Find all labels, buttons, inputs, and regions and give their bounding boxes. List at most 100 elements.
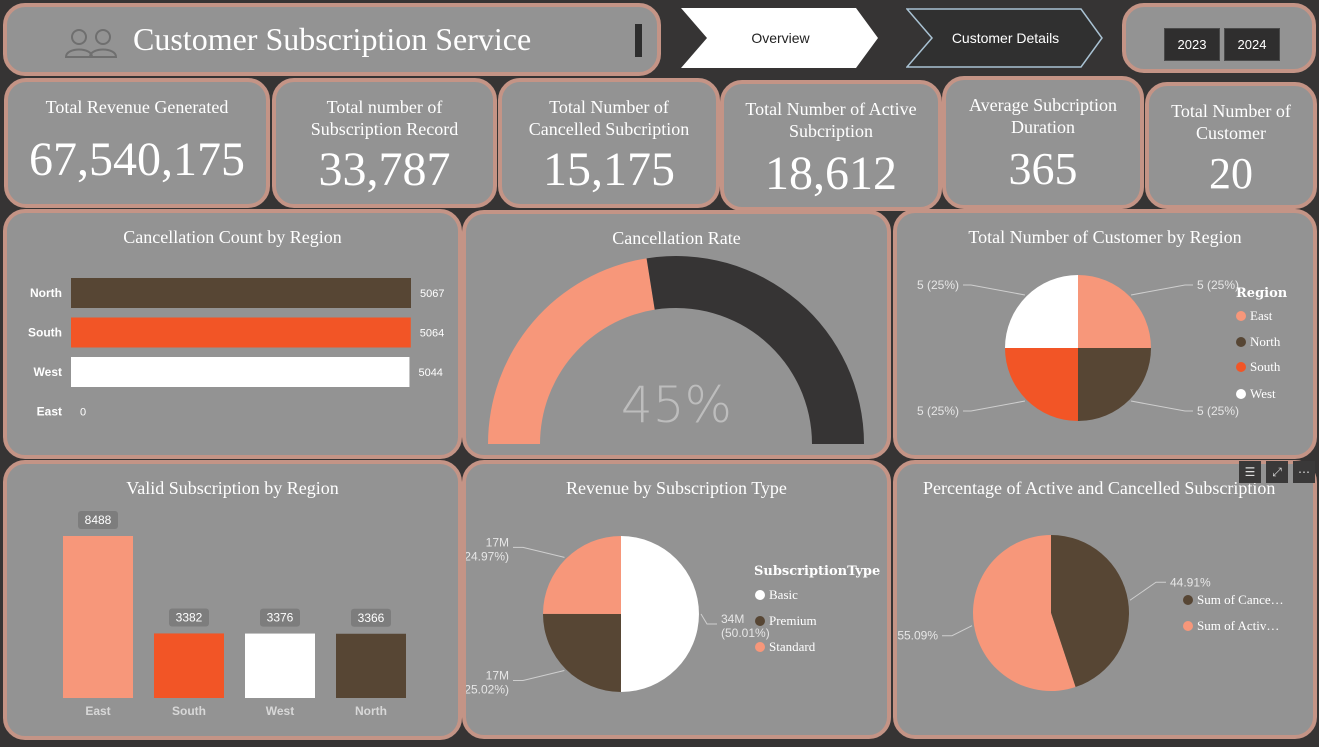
kpi-value: 15,175 [543, 143, 675, 196]
legend-dot [1236, 337, 1246, 347]
data-value-basic: 34M [721, 612, 744, 626]
legend-dot [755, 590, 765, 600]
data-label-south: 5 (25%) [917, 404, 959, 418]
kpi-total-subscription-record: Total number of Subscription Record 33,7… [272, 78, 497, 208]
title-accent-bar [635, 24, 642, 57]
legend-label: East [1250, 308, 1273, 323]
legend-dot [755, 616, 765, 626]
customer-by-region-card: Total Number of Customer by Region 5 (25… [893, 209, 1317, 459]
header-banner: Customer Subscription Service [3, 3, 661, 76]
bar-south [154, 633, 224, 698]
pie-slice-basic [620, 536, 699, 692]
cancellation-count-chart: North 5067 South 5064 West 5044 East 0 [28, 278, 444, 419]
legend-item-premium[interactable]: Premium [755, 613, 817, 629]
pie-slice-south [1005, 348, 1078, 421]
bar-label-west: West [34, 365, 62, 379]
kpi-average-duration: Average Subcription Duration 365 [942, 76, 1144, 209]
legend-label: Standard [769, 639, 816, 654]
year-2024-button[interactable]: 2024 [1224, 28, 1280, 61]
legend-item-basic[interactable]: Basic [755, 587, 798, 603]
bar-west [71, 357, 410, 387]
pie-slice-west [1005, 275, 1078, 348]
category-label-east: East [85, 704, 110, 718]
category-label-north: North [355, 704, 387, 718]
bar-south [71, 317, 411, 348]
data-label-west: 5 (25%) [917, 278, 959, 292]
legend-title: Region [1236, 286, 1288, 301]
kpi-title: Average Subcription Duration [968, 95, 1118, 137]
legend-label: West [1250, 386, 1276, 401]
data-label-north: 3366 [358, 611, 385, 625]
kpi-value: 33,787 [318, 143, 451, 196]
valid-subscription-card: Valid Subscription by Region 8488 East 338… [3, 460, 462, 740]
data-label-east: 5 (25%) [1197, 278, 1239, 292]
legend-item-south[interactable]: South [1236, 359, 1280, 375]
revenue-by-type-pie: 34M(50.01%)17M(25.02%)17M(24.97%) [466, 535, 770, 696]
bar-value-east: 0 [80, 407, 86, 419]
legend-item-east[interactable]: East [1236, 308, 1272, 324]
leader-line-sum-of-activ [942, 625, 973, 637]
data-value-standard: 17M [486, 535, 509, 549]
kpi-title: Total Number of Active Subcription [745, 99, 917, 141]
legend-dot [1183, 621, 1193, 631]
leader-line-basic [700, 613, 717, 625]
kpi-value: 18,612 [765, 147, 897, 200]
gauge-value: 45% [620, 376, 733, 434]
legend-label: Sum of Activ… [1197, 618, 1280, 633]
bar-east [63, 536, 133, 698]
bar-label-south: South [28, 326, 62, 340]
legend-item-active[interactable]: Sum of Activ… [1183, 618, 1279, 634]
kpi-title: Total number of Subscription Record [310, 97, 459, 139]
nav-customer-details-button[interactable]: Customer Details [906, 8, 1103, 68]
kpi-title: Total Revenue Generated [45, 97, 229, 117]
kpi-value: 20 [1209, 149, 1253, 198]
kpi-total-customer: Total Number of Customer 20 [1145, 82, 1317, 209]
leader-line-premium [513, 670, 565, 681]
year-2023-button[interactable]: 2023 [1164, 28, 1220, 61]
legend-label: Sum of Cance… [1197, 592, 1284, 607]
legend-title: SubscriptionType [754, 564, 881, 579]
data-label-sum-of-activ: 55.09% [897, 629, 938, 643]
cancellation-rate-card: Cancellation Rate 45% [462, 210, 891, 459]
data-label-premium: (25.02%) [466, 682, 509, 696]
leader-line-north [1130, 400, 1193, 412]
nav-overview-label: Overview [751, 30, 810, 46]
bar-label-east: East [37, 405, 62, 419]
page-title: Customer Subscription Service [133, 21, 532, 57]
legend-dot [1183, 595, 1193, 605]
data-label-east: 8488 [85, 513, 112, 527]
year-filter-panel: 2023 2024 [1122, 3, 1316, 73]
pie-slice-standard [543, 536, 621, 614]
bar-west [245, 633, 315, 698]
data-label-west: 3376 [267, 611, 294, 625]
chart-title: Cancellation Count by Region [123, 227, 342, 247]
nav-overview-button[interactable]: Overview [681, 8, 878, 68]
bar-value-west: 5044 [418, 367, 442, 379]
bar-north [71, 278, 411, 308]
focus-mode-icon[interactable]: ⤢ [1266, 461, 1288, 483]
cancellation-count-card: Cancellation Count by Region North 5067 So… [3, 209, 462, 459]
nav-customer-details-label: Customer Details [951, 30, 1060, 46]
filter-icon[interactable]: ☰ [1239, 461, 1261, 483]
legend-item-north[interactable]: North [1236, 334, 1280, 350]
category-label-south: South [172, 704, 206, 718]
more-options-icon[interactable]: ⋯ [1293, 461, 1315, 483]
legend-item-west[interactable]: West [1236, 386, 1276, 402]
kpi-value: 365 [1008, 143, 1078, 194]
revenue-by-type-card: Revenue by Subscription Type 34M (50.01%)… [462, 460, 891, 739]
leader-line-standard [513, 546, 565, 558]
kpi-active-subscription: Total Number of Active Subcription 18,61… [720, 80, 942, 211]
bar-north [336, 633, 406, 698]
legend-item-cancelled[interactable]: Sum of Cance… [1183, 592, 1284, 608]
data-label-sum-of-cance: 44.91% [1170, 575, 1211, 589]
pie-slice-premium [543, 613, 621, 692]
bar-value-north: 5067 [420, 288, 444, 300]
valid-subscription-chart: 8488 East 3382 South 3376 West 3366 North [63, 511, 406, 718]
pie-slice-east [1078, 275, 1151, 348]
users-icon [64, 29, 118, 58]
legend-label: North [1250, 334, 1281, 349]
leader-line-east [1130, 284, 1193, 296]
leader-line-sum-of-cance [1129, 581, 1166, 601]
bar-value-south: 5064 [420, 328, 444, 340]
legend-item-standard[interactable]: Standard [755, 639, 815, 655]
